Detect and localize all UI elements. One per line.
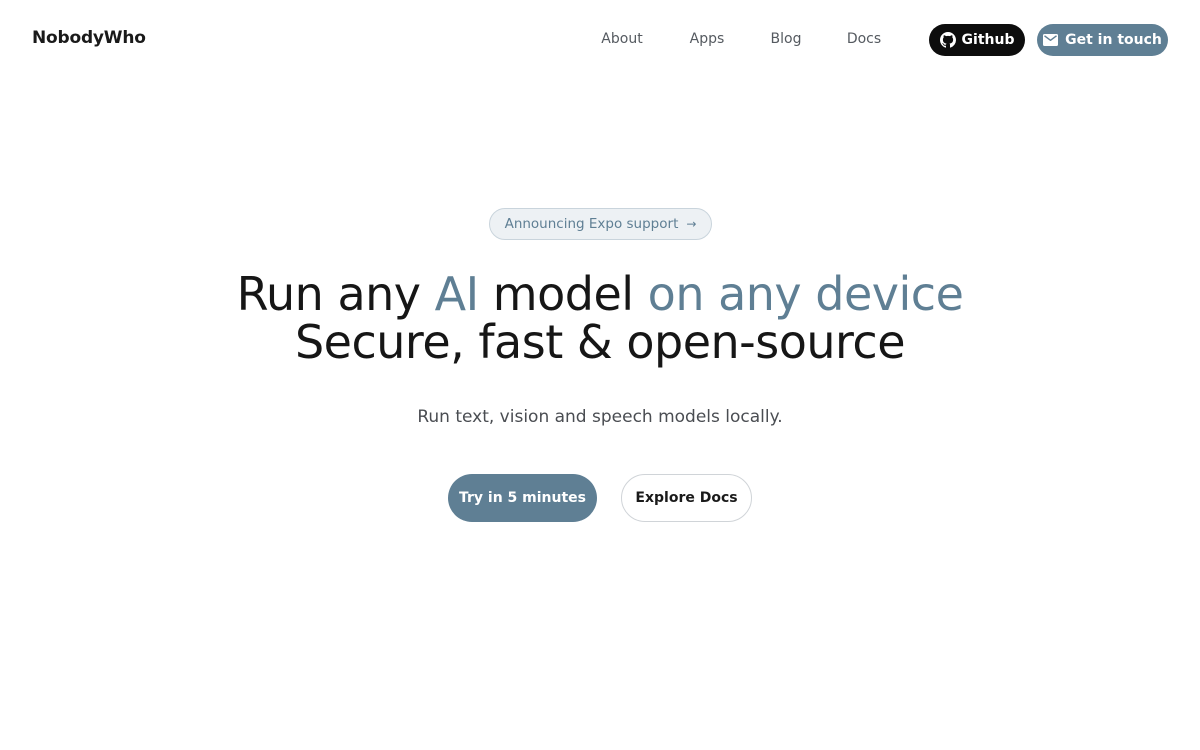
announcement-badge[interactable]: Announcing Expo support → — [489, 208, 712, 240]
headline-line-2: Secure, fast & open-source — [294, 315, 906, 369]
arrow-right-icon: → — [686, 217, 697, 231]
headline-accent-ai: AI — [434, 267, 480, 321]
headline-accent-device: on any device — [647, 267, 964, 321]
get-in-touch-button[interactable]: Get in touch — [1037, 24, 1168, 56]
headline-text-model: model — [478, 267, 648, 321]
hero-subtitle: Run text, vision and speech models local… — [417, 407, 783, 427]
explore-docs-button[interactable]: Explore Docs — [621, 474, 752, 522]
landing-page: NobodyWho About Apps Blog Docs Github Ge… — [0, 0, 1200, 750]
nav-link-blog[interactable]: Blog — [771, 31, 802, 47]
announcement-label: Announcing Expo support — [504, 216, 679, 232]
github-button-label: Github — [961, 32, 1015, 48]
try-in-5-minutes-button[interactable]: Try in 5 minutes — [448, 474, 597, 522]
nav-link-docs[interactable]: Docs — [847, 31, 881, 47]
github-icon — [939, 32, 956, 48]
github-button[interactable]: Github — [929, 24, 1025, 56]
hero-headline: Run any AI model on any device Secure, f… — [0, 270, 1200, 366]
headline-text-run-any: Run any — [236, 267, 435, 321]
nav-link-about[interactable]: About — [601, 31, 642, 47]
mail-icon — [1043, 34, 1059, 46]
site-header: NobodyWho About Apps Blog Docs Github Ge… — [0, 0, 1200, 80]
nav-link-apps[interactable]: Apps — [690, 31, 725, 47]
headline-line-1: Run any AI model on any device — [0, 270, 1200, 318]
get-in-touch-label: Get in touch — [1065, 32, 1162, 48]
